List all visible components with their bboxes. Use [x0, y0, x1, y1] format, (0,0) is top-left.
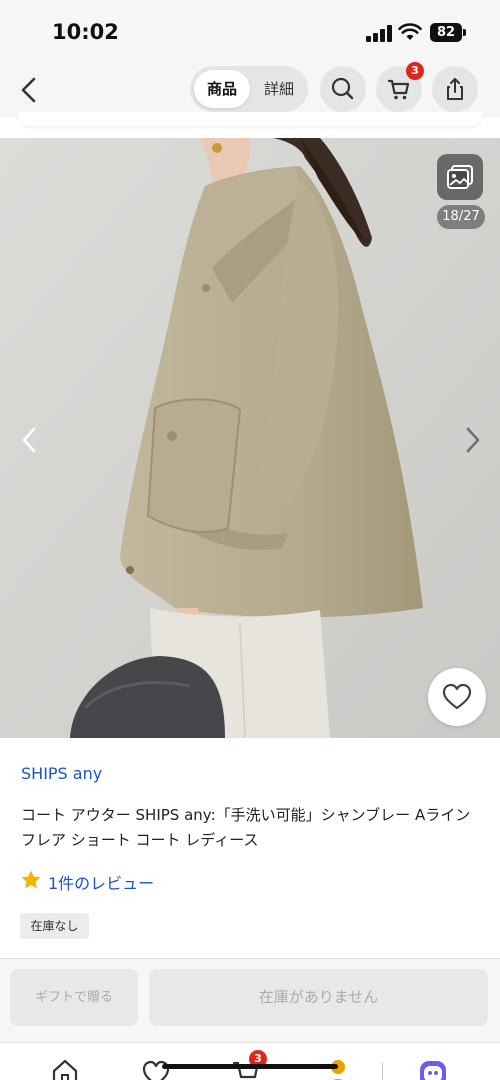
- battery-indicator: 82: [430, 23, 462, 42]
- tab-divider: [382, 1062, 383, 1080]
- product-image[interactable]: [0, 138, 500, 738]
- share-icon: [447, 78, 463, 100]
- segment-control: 商品 詳細: [190, 66, 308, 112]
- wifi-icon: [398, 23, 422, 40]
- search-button[interactable]: [320, 66, 366, 112]
- gift-button[interactable]: ギフトで贈る: [10, 969, 138, 1026]
- header: 商品 詳細 3: [0, 62, 500, 118]
- header-card-edge: [18, 112, 482, 126]
- brand-link[interactable]: SHIPS any: [21, 764, 102, 783]
- review-count: 1件のレビュー: [48, 874, 155, 893]
- cart-count-badge: 3: [406, 62, 424, 80]
- battery-tip: [463, 29, 466, 36]
- tab-details[interactable]: 詳細: [252, 70, 306, 108]
- back-icon[interactable]: [12, 70, 46, 110]
- product-title: コート アウター SHIPS any:「手洗い可能」シャンブレー Aライン フレ…: [21, 806, 471, 849]
- chevron-left-icon[interactable]: [12, 420, 46, 460]
- stock-status-tag: 在庫なし: [20, 913, 89, 939]
- tab-product[interactable]: 商品: [194, 70, 250, 108]
- heart-icon: [442, 683, 472, 710]
- image-counter: 18/27: [437, 205, 485, 229]
- star-icon: [21, 870, 41, 889]
- product-photo: [0, 138, 500, 738]
- status-bar: 10:02 82: [0, 0, 500, 62]
- signal-icon: [366, 24, 392, 42]
- chevron-right-icon[interactable]: [456, 420, 490, 460]
- home-indicator: [162, 1064, 338, 1069]
- gallery-button[interactable]: [437, 154, 483, 200]
- gallery-icon: [447, 165, 473, 189]
- assistant-icon[interactable]: [418, 1057, 448, 1080]
- out-of-stock-button[interactable]: 在庫がありません: [149, 969, 488, 1026]
- home-icon[interactable]: [50, 1057, 80, 1080]
- search-icon: [331, 77, 354, 100]
- share-button[interactable]: [432, 66, 478, 112]
- favorite-button[interactable]: [428, 668, 486, 726]
- status-time: 10:02: [52, 20, 119, 44]
